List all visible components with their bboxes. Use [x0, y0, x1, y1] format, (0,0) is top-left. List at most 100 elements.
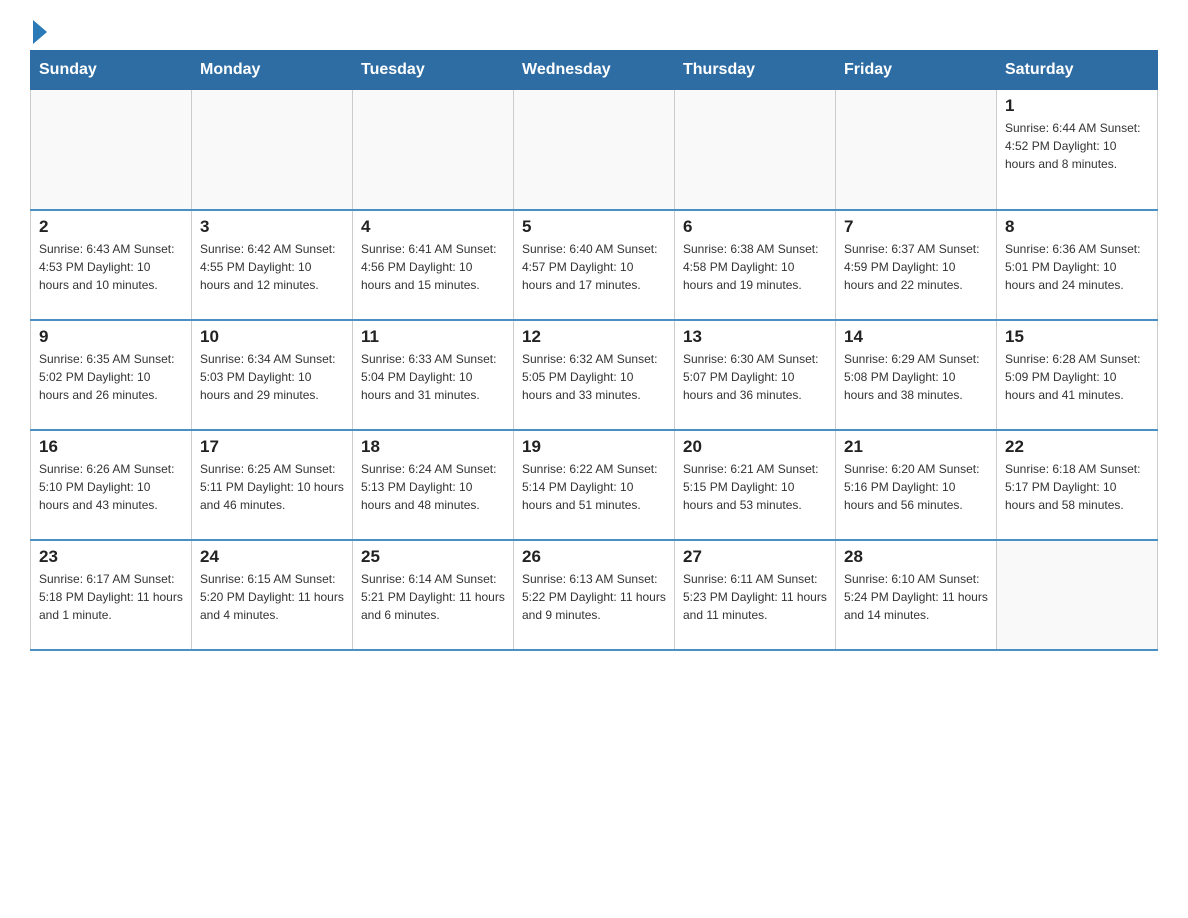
calendar-cell: 22 Sunrise: 6:18 AM Sunset: 5:17 PM Dayli…	[997, 430, 1158, 540]
calendar-cell	[997, 540, 1158, 650]
calendar-cell: 21 Sunrise: 6:20 AM Sunset: 5:16 PM Dayli…	[836, 430, 997, 540]
day-info: Sunrise: 6:10 AM Sunset: 5:24 PM Dayligh…	[844, 570, 988, 624]
calendar-cell: 23 Sunrise: 6:17 AM Sunset: 5:18 PM Dayli…	[31, 540, 192, 650]
logo-arrow-icon	[33, 20, 47, 44]
weekday-header-row: SundayMondayTuesdayWednesdayThursdayFrid…	[31, 51, 1158, 90]
day-number: 7	[844, 217, 988, 237]
calendar-cell: 6 Sunrise: 6:38 AM Sunset: 4:58 PM Daylig…	[675, 210, 836, 320]
day-info: Sunrise: 6:28 AM Sunset: 5:09 PM Dayligh…	[1005, 350, 1149, 404]
day-number: 15	[1005, 327, 1149, 347]
day-number: 21	[844, 437, 988, 457]
day-info: Sunrise: 6:17 AM Sunset: 5:18 PM Dayligh…	[39, 570, 183, 624]
weekday-header-thursday: Thursday	[675, 51, 836, 90]
weekday-header-friday: Friday	[836, 51, 997, 90]
day-number: 9	[39, 327, 183, 347]
day-number: 2	[39, 217, 183, 237]
calendar-cell: 27 Sunrise: 6:11 AM Sunset: 5:23 PM Dayli…	[675, 540, 836, 650]
day-number: 3	[200, 217, 344, 237]
calendar-table: SundayMondayTuesdayWednesdayThursdayFrid…	[30, 50, 1158, 651]
calendar-week-row: 1Sunrise: 6:44 AM Sunset: 4:52 PM Daylig…	[31, 90, 1158, 210]
calendar-cell: 9 Sunrise: 6:35 AM Sunset: 5:02 PM Daylig…	[31, 320, 192, 430]
day-info: Sunrise: 6:34 AM Sunset: 5:03 PM Dayligh…	[200, 350, 344, 404]
calendar-cell	[836, 90, 997, 210]
day-info: Sunrise: 6:25 AM Sunset: 5:11 PM Dayligh…	[200, 460, 344, 514]
day-info: Sunrise: 6:38 AM Sunset: 4:58 PM Dayligh…	[683, 240, 827, 294]
day-number: 10	[200, 327, 344, 347]
calendar-cell: 26Sunrise: 6:13 AM Sunset: 5:22 PM Dayli…	[514, 540, 675, 650]
day-number: 12	[522, 327, 666, 347]
day-number: 8	[1005, 217, 1149, 237]
calendar-week-row: 2 Sunrise: 6:43 AM Sunset: 4:53 PM Daylig…	[31, 210, 1158, 320]
calendar-cell: 7 Sunrise: 6:37 AM Sunset: 4:59 PM Daylig…	[836, 210, 997, 320]
day-info: Sunrise: 6:26 AM Sunset: 5:10 PM Dayligh…	[39, 460, 183, 514]
weekday-header-wednesday: Wednesday	[514, 51, 675, 90]
day-number: 4	[361, 217, 505, 237]
calendar-cell: 14 Sunrise: 6:29 AM Sunset: 5:08 PM Dayli…	[836, 320, 997, 430]
calendar-cell: 24 Sunrise: 6:15 AM Sunset: 5:20 PM Dayli…	[192, 540, 353, 650]
day-number: 13	[683, 327, 827, 347]
calendar-cell: 10 Sunrise: 6:34 AM Sunset: 5:03 PM Dayli…	[192, 320, 353, 430]
calendar-cell: 8 Sunrise: 6:36 AM Sunset: 5:01 PM Daylig…	[997, 210, 1158, 320]
calendar-cell: 16 Sunrise: 6:26 AM Sunset: 5:10 PM Dayli…	[31, 430, 192, 540]
calendar-cell	[675, 90, 836, 210]
calendar-cell: 2 Sunrise: 6:43 AM Sunset: 4:53 PM Daylig…	[31, 210, 192, 320]
day-info: Sunrise: 6:24 AM Sunset: 5:13 PM Dayligh…	[361, 460, 505, 514]
calendar-cell: 15 Sunrise: 6:28 AM Sunset: 5:09 PM Dayli…	[997, 320, 1158, 430]
day-info: Sunrise: 6:21 AM Sunset: 5:15 PM Dayligh…	[683, 460, 827, 514]
day-info: Sunrise: 6:35 AM Sunset: 5:02 PM Dayligh…	[39, 350, 183, 404]
day-info: Sunrise: 6:42 AM Sunset: 4:55 PM Dayligh…	[200, 240, 344, 294]
day-info: Sunrise: 6:44 AM Sunset: 4:52 PM Dayligh…	[1005, 119, 1149, 173]
day-number: 17	[200, 437, 344, 457]
day-info: Sunrise: 6:43 AM Sunset: 4:53 PM Dayligh…	[39, 240, 183, 294]
day-number: 28	[844, 547, 988, 567]
day-number: 25	[361, 547, 505, 567]
day-info: Sunrise: 6:37 AM Sunset: 4:59 PM Dayligh…	[844, 240, 988, 294]
weekday-header-sunday: Sunday	[31, 51, 192, 90]
day-info: Sunrise: 6:14 AM Sunset: 5:21 PM Dayligh…	[361, 570, 505, 624]
calendar-cell: 28 Sunrise: 6:10 AM Sunset: 5:24 PM Dayli…	[836, 540, 997, 650]
calendar-cell	[514, 90, 675, 210]
calendar-cell: 4 Sunrise: 6:41 AM Sunset: 4:56 PM Daylig…	[353, 210, 514, 320]
day-number: 5	[522, 217, 666, 237]
calendar-cell: 18 Sunrise: 6:24 AM Sunset: 5:13 PM Dayli…	[353, 430, 514, 540]
weekday-header-tuesday: Tuesday	[353, 51, 514, 90]
day-number: 6	[683, 217, 827, 237]
calendar-week-row: 16 Sunrise: 6:26 AM Sunset: 5:10 PM Dayli…	[31, 430, 1158, 540]
day-info: Sunrise: 6:32 AM Sunset: 5:05 PM Dayligh…	[522, 350, 666, 404]
page-header	[30, 20, 1158, 40]
calendar-cell: 20Sunrise: 6:21 AM Sunset: 5:15 PM Dayli…	[675, 430, 836, 540]
day-number: 19	[522, 437, 666, 457]
calendar-cell: 25 Sunrise: 6:14 AM Sunset: 5:21 PM Dayli…	[353, 540, 514, 650]
day-info: Sunrise: 6:41 AM Sunset: 4:56 PM Dayligh…	[361, 240, 505, 294]
day-number: 14	[844, 327, 988, 347]
calendar-cell: 12 Sunrise: 6:32 AM Sunset: 5:05 PM Dayli…	[514, 320, 675, 430]
calendar-cell: 3 Sunrise: 6:42 AM Sunset: 4:55 PM Daylig…	[192, 210, 353, 320]
day-number: 16	[39, 437, 183, 457]
day-number: 22	[1005, 437, 1149, 457]
day-info: Sunrise: 6:36 AM Sunset: 5:01 PM Dayligh…	[1005, 240, 1149, 294]
calendar-cell: 1Sunrise: 6:44 AM Sunset: 4:52 PM Daylig…	[997, 90, 1158, 210]
calendar-cell: 19 Sunrise: 6:22 AM Sunset: 5:14 PM Dayli…	[514, 430, 675, 540]
day-info: Sunrise: 6:29 AM Sunset: 5:08 PM Dayligh…	[844, 350, 988, 404]
day-info: Sunrise: 6:15 AM Sunset: 5:20 PM Dayligh…	[200, 570, 344, 624]
calendar-cell: 5 Sunrise: 6:40 AM Sunset: 4:57 PM Daylig…	[514, 210, 675, 320]
day-number: 27	[683, 547, 827, 567]
calendar-cell: 17 Sunrise: 6:25 AM Sunset: 5:11 PM Dayli…	[192, 430, 353, 540]
calendar-cell: 13Sunrise: 6:30 AM Sunset: 5:07 PM Dayli…	[675, 320, 836, 430]
day-info: Sunrise: 6:20 AM Sunset: 5:16 PM Dayligh…	[844, 460, 988, 514]
logo	[30, 20, 47, 40]
day-number: 11	[361, 327, 505, 347]
day-number: 24	[200, 547, 344, 567]
calendar-week-row: 9 Sunrise: 6:35 AM Sunset: 5:02 PM Daylig…	[31, 320, 1158, 430]
calendar-cell	[31, 90, 192, 210]
day-info: Sunrise: 6:22 AM Sunset: 5:14 PM Dayligh…	[522, 460, 666, 514]
calendar-cell: 11 Sunrise: 6:33 AM Sunset: 5:04 PM Dayli…	[353, 320, 514, 430]
day-number: 18	[361, 437, 505, 457]
day-info: Sunrise: 6:40 AM Sunset: 4:57 PM Dayligh…	[522, 240, 666, 294]
day-info: Sunrise: 6:18 AM Sunset: 5:17 PM Dayligh…	[1005, 460, 1149, 514]
calendar-cell	[192, 90, 353, 210]
day-number: 23	[39, 547, 183, 567]
weekday-header-saturday: Saturday	[997, 51, 1158, 90]
day-info: Sunrise: 6:11 AM Sunset: 5:23 PM Dayligh…	[683, 570, 827, 624]
day-info: Sunrise: 6:33 AM Sunset: 5:04 PM Dayligh…	[361, 350, 505, 404]
